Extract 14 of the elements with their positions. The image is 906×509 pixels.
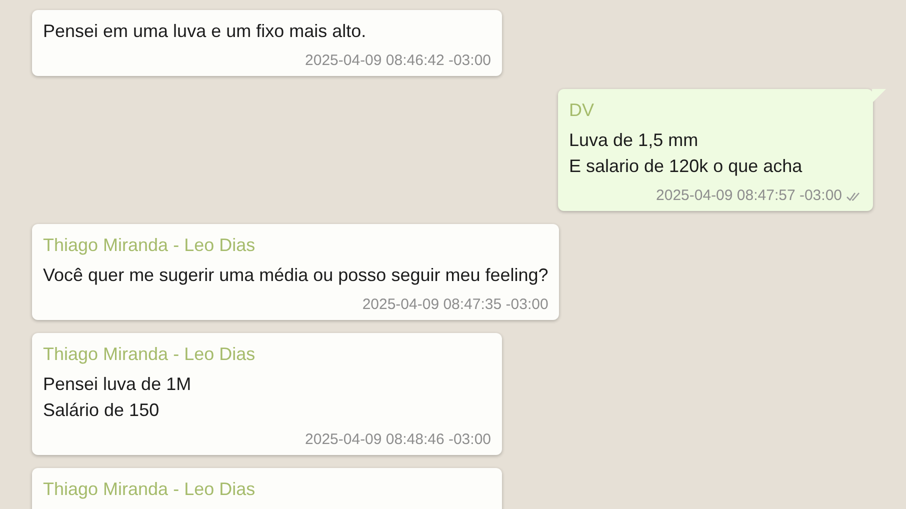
timestamp: 2025-04-09 08:47:35 -03:00 — [362, 296, 548, 314]
sender-name: Thiago Miranda - Leo Dias — [43, 234, 256, 257]
timestamp: 2025-04-09 08:48:46 -03:00 — [305, 431, 491, 449]
sender-name: DV — [569, 99, 596, 122]
message-text: Pensei luva de 1M — [43, 373, 192, 396]
timestamp: 2025-04-09 08:46:42 -03:00 — [305, 52, 491, 70]
sender-name: Thiago Miranda - Leo Dias — [43, 343, 256, 366]
message-text: Você quer me sugerir uma média ou posso seguir meu feeling? — [43, 264, 548, 287]
message-text: Salário de 150 — [43, 399, 160, 422]
timestamp: 2025-04-09 08:47:57 -03:00 — [656, 187, 842, 205]
message-text: Luva de 1,5 mm — [569, 129, 700, 152]
sender-name: Thiago Miranda - Leo Dias — [43, 478, 256, 501]
message-text: Pensei em uma luva e um fixo mais alto. — [43, 20, 368, 43]
message-text: E salario de 120k o que acha — [569, 155, 804, 178]
